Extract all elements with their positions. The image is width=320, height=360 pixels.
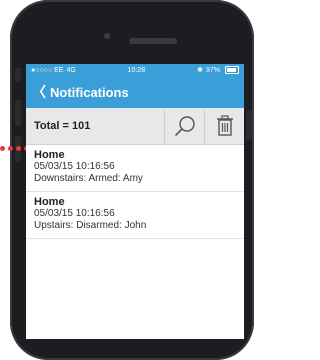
trash-icon (216, 115, 233, 136)
search-icon (174, 116, 195, 136)
status-right: ✱ 97% (197, 66, 239, 74)
notification-title: Home (34, 149, 65, 161)
status-time: 10:28 (127, 66, 146, 74)
carrier-signal: ●○○○○ EE (31, 66, 64, 74)
volume-up-button (15, 100, 21, 126)
battery-percent: 97% (205, 66, 220, 74)
total-count: Total = 101 (34, 120, 91, 132)
status-bar: ●○○○○ EE 4G 10:28 ✱ 97% (26, 64, 244, 76)
status-left: ●○○○○ EE 4G (31, 67, 76, 74)
back-chevron-icon[interactable]: 〈 (32, 82, 46, 102)
network-type: 4G (66, 66, 76, 74)
phone-screen: ●○○○○ EE 4G 10:28 ✱ 97% 〈 Notifications … (26, 64, 244, 339)
earpiece-speaker (129, 38, 177, 44)
notification-timestamp: 05/03/15 10:16:56 (34, 208, 115, 219)
toolbar-actions (164, 108, 244, 144)
notification-list: Home 05/03/15 10:16:56 Downstairs: Armed… (26, 145, 244, 239)
list-item[interactable]: Home 05/03/15 10:16:56 Upstairs: Disarme… (26, 192, 244, 239)
notification-timestamp: 05/03/15 10:16:56 (34, 161, 115, 172)
bluetooth-icon: ✱ (197, 67, 203, 74)
navigation-bar: 〈 Notifications (26, 76, 244, 108)
power-button (246, 110, 252, 140)
toolbar: Total = 101 (26, 108, 244, 145)
front-camera (104, 33, 110, 39)
list-item[interactable]: Home 05/03/15 10:16:56 Downstairs: Armed… (26, 145, 244, 192)
notification-message: Upstairs: Disarmed: John (34, 220, 147, 231)
search-button[interactable] (164, 108, 204, 144)
battery-icon (224, 66, 239, 74)
page-title[interactable]: Notifications (50, 85, 129, 100)
notification-title: Home (34, 196, 65, 208)
delete-button[interactable] (204, 108, 244, 144)
mute-switch (15, 68, 21, 82)
notification-message: Downstairs: Armed: Amy (34, 173, 143, 184)
